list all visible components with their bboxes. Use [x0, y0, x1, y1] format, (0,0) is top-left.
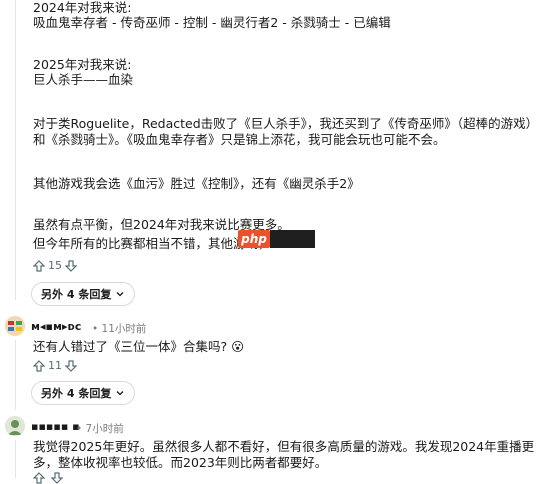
php-watermark: php	[238, 230, 270, 248]
chevron-down-icon	[116, 292, 124, 297]
downvote-icon[interactable]	[65, 359, 77, 372]
post-para-this-year: 但今年所有的比赛都相当不错，其他游戏，	[33, 236, 271, 251]
thread-line[interactable]	[15, 0, 16, 300]
thread-line[interactable]	[15, 340, 16, 410]
more-replies-button[interactable]: 另外 4 条回复	[31, 381, 136, 405]
post-para-roguelite: 对于类Roguelite，Redacted击败了《巨人杀手》，我还买到了《传奇巫…	[33, 116, 539, 147]
upvote-icon[interactable]	[33, 472, 45, 484]
comment-timestamp: • 11小时前	[92, 323, 147, 335]
post-vote-count: 15	[48, 259, 62, 272]
more-replies-label: 另外 4 条回复	[41, 288, 112, 301]
post-line-2024-header: 2024年对我来说:	[33, 0, 132, 15]
post-line-2025-header: 2025年对我来说:	[33, 57, 132, 72]
chevron-down-icon	[116, 391, 124, 396]
avatar-icon	[5, 416, 25, 436]
redaction-block	[270, 230, 315, 248]
comment-emoji: 😮	[231, 339, 245, 354]
avatar[interactable]	[5, 316, 25, 336]
comment-vote-count: 11	[48, 359, 62, 372]
post-vote-bar: 15	[33, 259, 77, 272]
avatar[interactable]	[5, 416, 25, 436]
post-line-2025-item: 巨人杀手——血染	[33, 72, 134, 87]
post-line-2024-list: 吸血鬼幸存者 - 传奇巫师 - 控制 - 幽灵行者2 - 杀戮骑士 - 已编辑	[33, 15, 391, 30]
comment-text: 还有人错过了《三位一体》合集吗? 😮	[33, 339, 244, 355]
more-replies-button[interactable]: 另外 4 条回复	[31, 282, 136, 306]
comment-vote-bar	[33, 472, 63, 484]
downvote-icon[interactable]	[65, 259, 77, 272]
comment-username[interactable]: ▪▪▪▪▪ ▪	[31, 420, 80, 433]
post-para-other: 其他游戏我会选《血污》胜过《控制》，还有《幽灵杀手2》	[33, 176, 360, 191]
upvote-icon[interactable]	[33, 359, 45, 372]
comment-text-body: 还有人错过了《三位一体》合集吗?	[33, 339, 228, 354]
avatar-icon	[5, 316, 25, 336]
comment-username[interactable]: ᴍ◂▪ᴍ▸ᴅᴄ	[31, 320, 81, 333]
thread-line[interactable]	[15, 440, 16, 478]
upvote-icon[interactable]	[33, 259, 45, 272]
comment-vote-bar: 11	[33, 359, 77, 372]
downvote-icon[interactable]	[51, 472, 63, 484]
comment-text: 我觉得2025年更好。虽然很多人都不看好，但有很多高质量的游戏。我发现2024年…	[33, 439, 535, 470]
comment-timestamp: • 7小时前	[76, 423, 124, 435]
more-replies-label: 另外 4 条回复	[41, 387, 112, 400]
